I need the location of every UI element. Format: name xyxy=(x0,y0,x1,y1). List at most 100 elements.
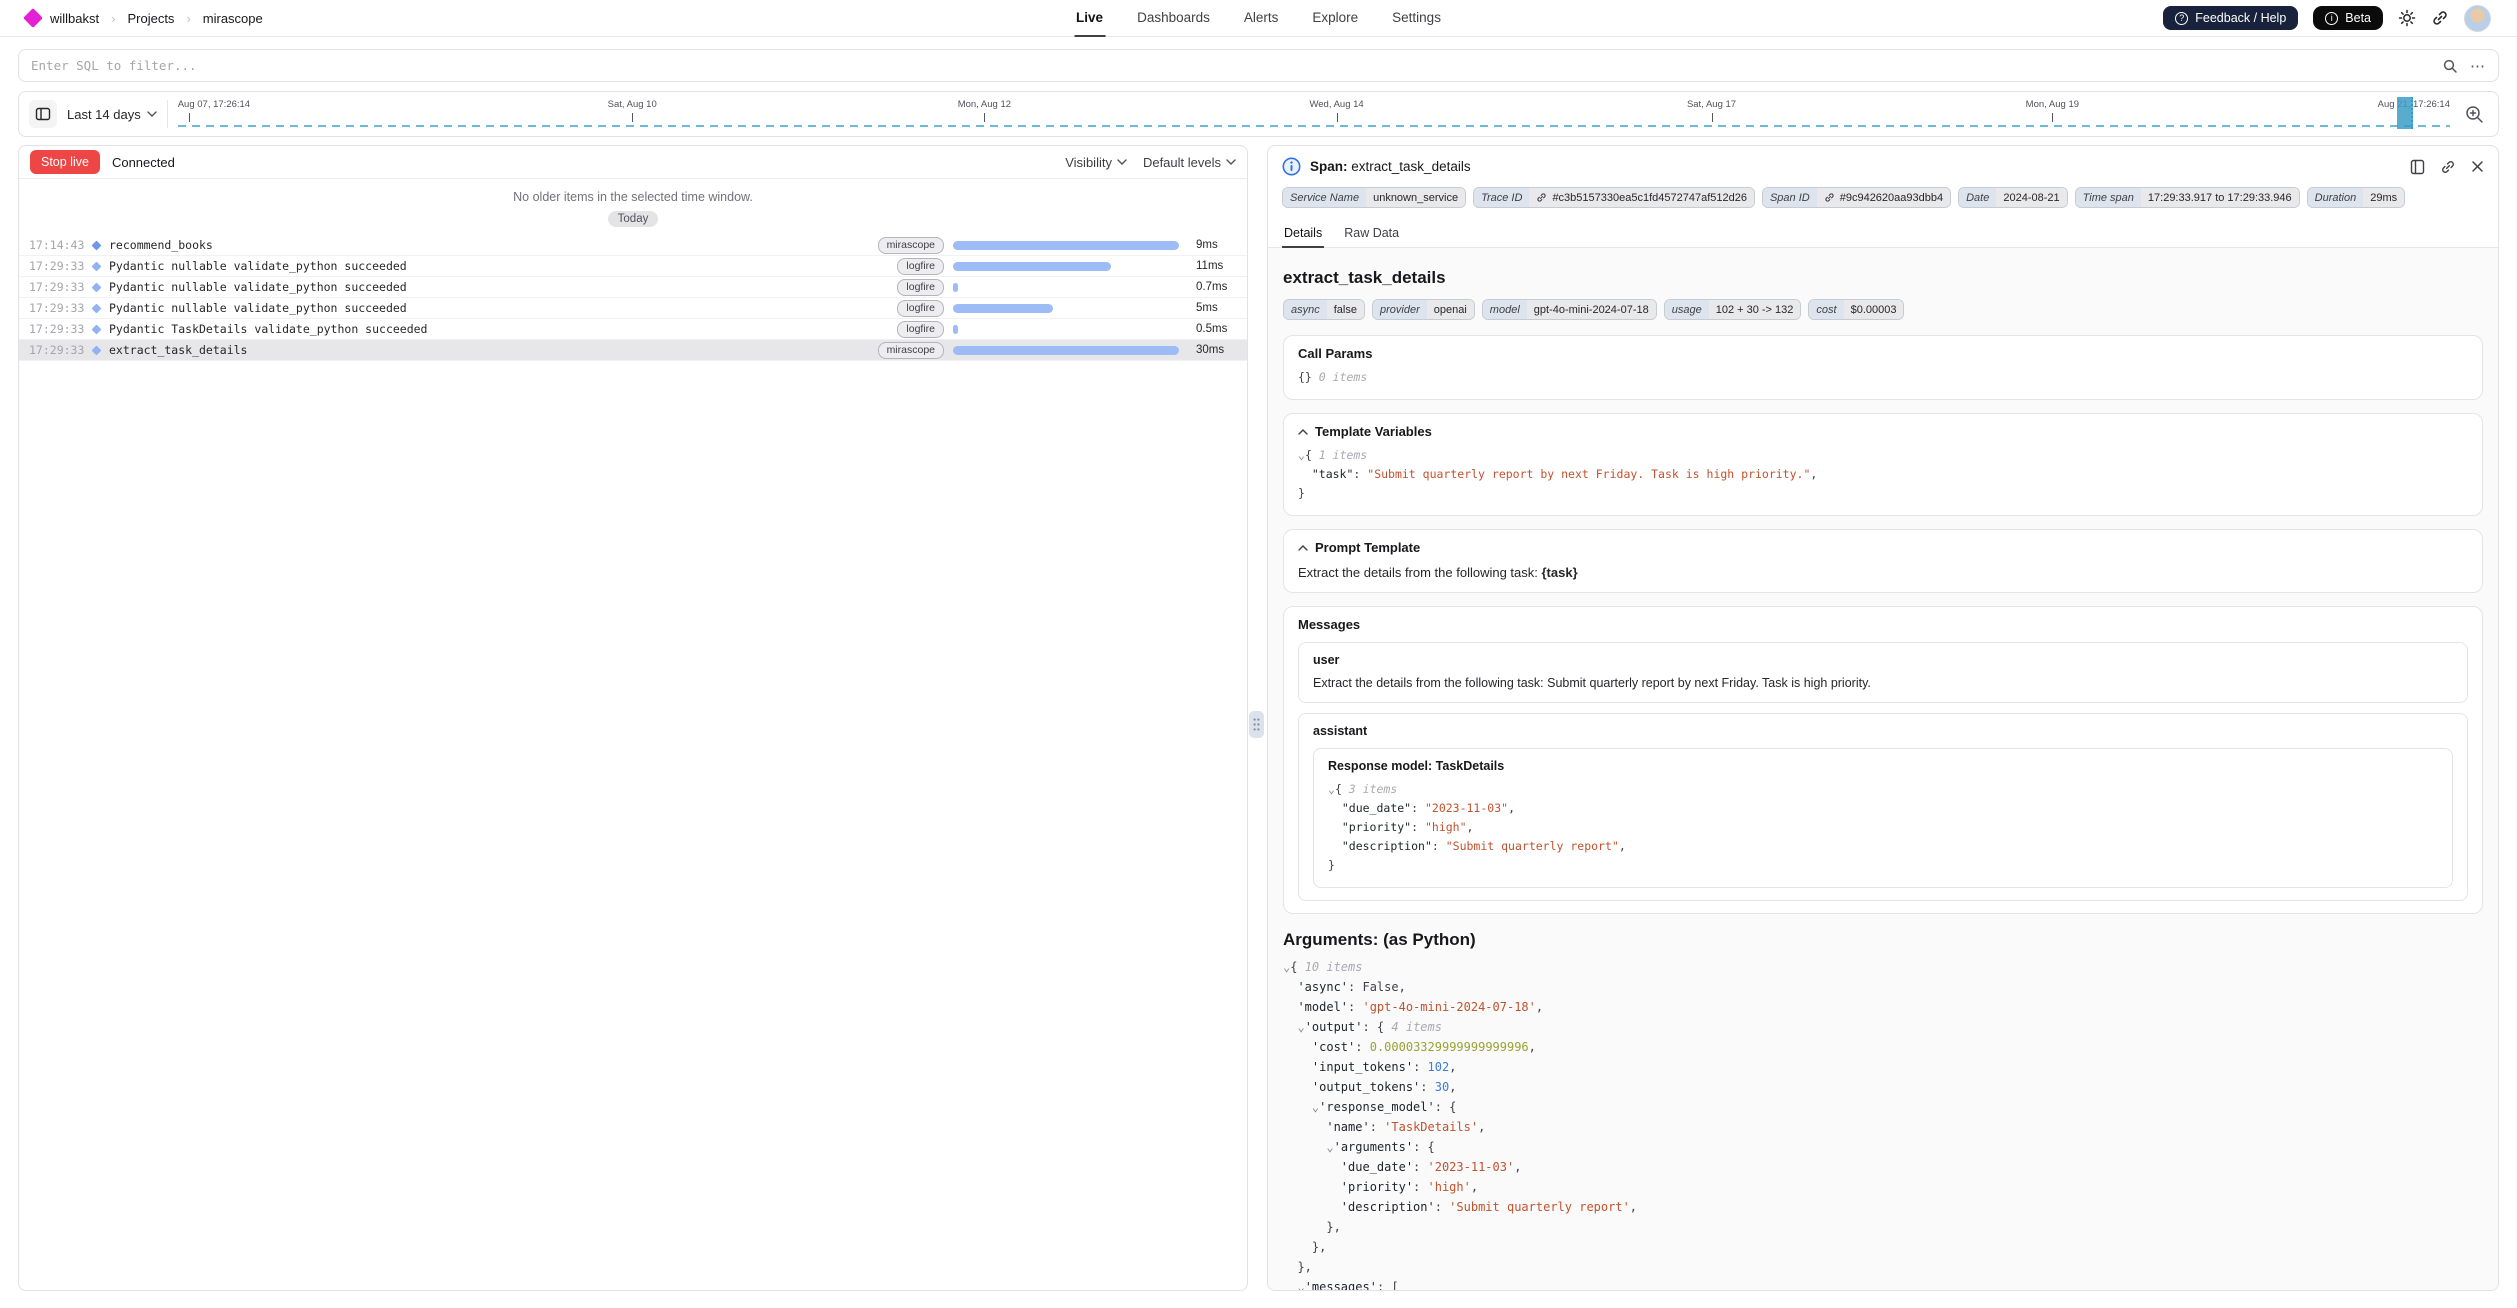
span-diamond-icon xyxy=(92,261,102,271)
logfire-logo-icon[interactable] xyxy=(23,8,43,28)
breadcrumb-separator: › xyxy=(184,11,192,26)
template-variables-json[interactable]: ⌄{ 1 items "task": "Submit quarterly rep… xyxy=(1298,446,2468,503)
arguments-heading: Arguments: (as Python) xyxy=(1283,930,2483,950)
share-link-icon[interactable] xyxy=(2431,9,2449,27)
messages-title: Messages xyxy=(1298,617,2468,632)
tag-badge: logfire xyxy=(897,300,944,317)
list-item[interactable]: 17:29:33 Pydantic nullable validate_pyth… xyxy=(19,298,1247,319)
breadcrumb-org[interactable]: willbakst xyxy=(50,11,99,26)
span-meta-badges: Service Name unknown_service Trace ID #c… xyxy=(1268,181,2498,219)
call-params-card: Call Params {} 0 items xyxy=(1283,335,2483,400)
live-list-panel: Stop live Connected Visibility Default l… xyxy=(18,145,1248,1291)
assistant-message: assistant Response model: TaskDetails ⌄{… xyxy=(1298,713,2468,901)
tag-badge: logfire xyxy=(897,258,944,275)
duration-bar xyxy=(953,304,1185,313)
trace-id-badge[interactable]: Trace ID #c3b5157330ea5c1fd4572747af512d… xyxy=(1473,187,1755,208)
info-icon: i xyxy=(2325,12,2338,25)
duration-bar xyxy=(953,325,1185,334)
list-item[interactable]: 17:14:43 recommend_books mirascope 9ms xyxy=(19,235,1247,256)
breadcrumb-project[interactable]: mirascope xyxy=(203,11,263,26)
beta-badge[interactable]: i Beta xyxy=(2313,6,2383,30)
arguments-json[interactable]: ⌄{ 10 items 'async': False, 'model': 'gp… xyxy=(1283,957,2483,1290)
span-tabs: Details Raw Data xyxy=(1268,219,2498,248)
stop-live-button[interactable]: Stop live xyxy=(30,150,100,174)
user-role-label: user xyxy=(1313,653,2453,667)
span-diamond-icon xyxy=(92,282,102,292)
tab-dashboards[interactable]: Dashboards xyxy=(1135,0,1212,37)
more-options-icon[interactable]: ⋯ xyxy=(2470,57,2486,75)
user-avatar[interactable] xyxy=(2464,5,2491,32)
span-diamond-icon xyxy=(92,240,102,250)
prompt-template-title[interactable]: Prompt Template xyxy=(1298,540,2468,555)
timeline-tick-label: Sat, Aug 10 xyxy=(608,99,657,110)
call-params-title: Call Params xyxy=(1298,346,2468,361)
user-message: user Extract the details from the follow… xyxy=(1298,642,2468,703)
prompt-template-text: Extract the details from the following t… xyxy=(1298,565,2468,580)
tab-raw-data[interactable]: Raw Data xyxy=(1342,219,1401,248)
link-icon xyxy=(1536,192,1547,203)
feedback-help-button[interactable]: ? Feedback / Help xyxy=(2163,6,2298,30)
async-badge: asyncfalse xyxy=(1283,299,1365,320)
span-diamond-icon xyxy=(92,303,102,313)
default-levels-dropdown[interactable]: Default levels xyxy=(1143,155,1236,170)
prompt-template-card: Prompt Template Extract the details from… xyxy=(1283,529,2483,593)
response-model-title: Response model: TaskDetails xyxy=(1328,759,2438,773)
span-diamond-icon xyxy=(92,324,102,334)
span-attribute-badges: asyncfalse provideropenai modelgpt-4o-mi… xyxy=(1283,299,2483,320)
search-icon[interactable] xyxy=(2442,58,2458,74)
timeline-bar: Last 14 days Aug 07, 17:26:14 Sat, Aug 1… xyxy=(18,91,2499,137)
timeline-tick-label: Aug 21, 17:26:14 xyxy=(2378,99,2450,110)
tag-badge: mirascope xyxy=(878,237,944,254)
list-item-selected[interactable]: 17:29:33 extract_task_details mirascope … xyxy=(19,340,1247,361)
question-icon: ? xyxy=(2175,12,2188,25)
span-panel-title: Span: extract_task_details xyxy=(1310,159,1471,174)
chevron-up-icon xyxy=(1298,429,1308,435)
tab-alerts[interactable]: Alerts xyxy=(1242,0,1281,37)
zoom-in-icon[interactable] xyxy=(2460,100,2488,128)
timeline-track[interactable]: Aug 07, 17:26:14 Sat, Aug 10 Mon, Aug 12… xyxy=(178,92,2450,136)
sidebar-toggle-icon[interactable] xyxy=(29,100,57,128)
template-variables-title[interactable]: Template Variables xyxy=(1298,424,2468,439)
timeline-tick-label: Sat, Aug 17 xyxy=(1687,99,1736,110)
chevron-down-icon xyxy=(1226,159,1236,165)
tab-details[interactable]: Details xyxy=(1282,219,1324,248)
provider-badge: provideropenai xyxy=(1372,299,1475,320)
theme-toggle-icon[interactable] xyxy=(2398,9,2416,27)
sql-filter-input[interactable] xyxy=(31,58,2442,73)
cost-badge: cost$0.00003 xyxy=(1808,299,1904,320)
tab-settings[interactable]: Settings xyxy=(1390,0,1443,37)
tab-explore[interactable]: Explore xyxy=(1310,0,1360,37)
list-item[interactable]: 17:29:33 Pydantic nullable validate_pyth… xyxy=(19,277,1247,298)
empty-window-message: No older items in the selected time wind… xyxy=(19,190,1247,204)
timeline-selection[interactable] xyxy=(2397,97,2413,129)
copy-link-icon[interactable] xyxy=(2440,159,2456,175)
primary-tabs: Live Dashboards Alerts Explore Settings xyxy=(1074,0,1443,37)
chevron-down-icon xyxy=(147,111,157,117)
list-item[interactable]: 17:29:33 Pydantic nullable validate_pyth… xyxy=(19,256,1247,277)
chevron-down-icon xyxy=(1117,159,1127,165)
timeline-tick-label: Wed, Aug 14 xyxy=(1309,99,1363,110)
duration-bar xyxy=(953,241,1185,250)
span-info-icon xyxy=(1282,157,1301,176)
span-name-heading: extract_task_details xyxy=(1283,268,2483,288)
call-params-json: {} 0 items xyxy=(1298,368,2468,387)
user-message-text: Extract the details from the following t… xyxy=(1313,676,2453,690)
list-item[interactable]: 17:29:33 Pydantic TaskDetails validate_p… xyxy=(19,319,1247,340)
timeline-activity-line xyxy=(178,125,2450,127)
span-id-badge[interactable]: Span ID #9c942620aa93dbb4 xyxy=(1762,187,1951,208)
time-range-select[interactable]: Last 14 days xyxy=(67,100,168,128)
docs-panel-icon[interactable] xyxy=(2410,159,2425,175)
close-icon[interactable] xyxy=(2471,160,2484,173)
tag-badge: logfire xyxy=(897,321,944,338)
tag-badge: logfire xyxy=(897,279,944,296)
panel-resize-handle[interactable] xyxy=(1249,711,1264,738)
response-model-card: Response model: TaskDetails ⌄{ 3 items "… xyxy=(1313,748,2453,888)
duration-bar xyxy=(953,346,1185,355)
breadcrumb: willbakst › Projects › mirascope xyxy=(26,11,263,26)
date-badge: Date 2024-08-21 xyxy=(1958,187,2068,208)
breadcrumb-projects[interactable]: Projects xyxy=(127,11,174,26)
response-model-json[interactable]: ⌄{ 3 items "due_date": "2023-11-03", "pr… xyxy=(1328,780,2438,875)
tab-live[interactable]: Live xyxy=(1074,0,1105,37)
visibility-dropdown[interactable]: Visibility xyxy=(1065,155,1127,170)
sql-filter-bar: ⋯ xyxy=(18,49,2499,82)
